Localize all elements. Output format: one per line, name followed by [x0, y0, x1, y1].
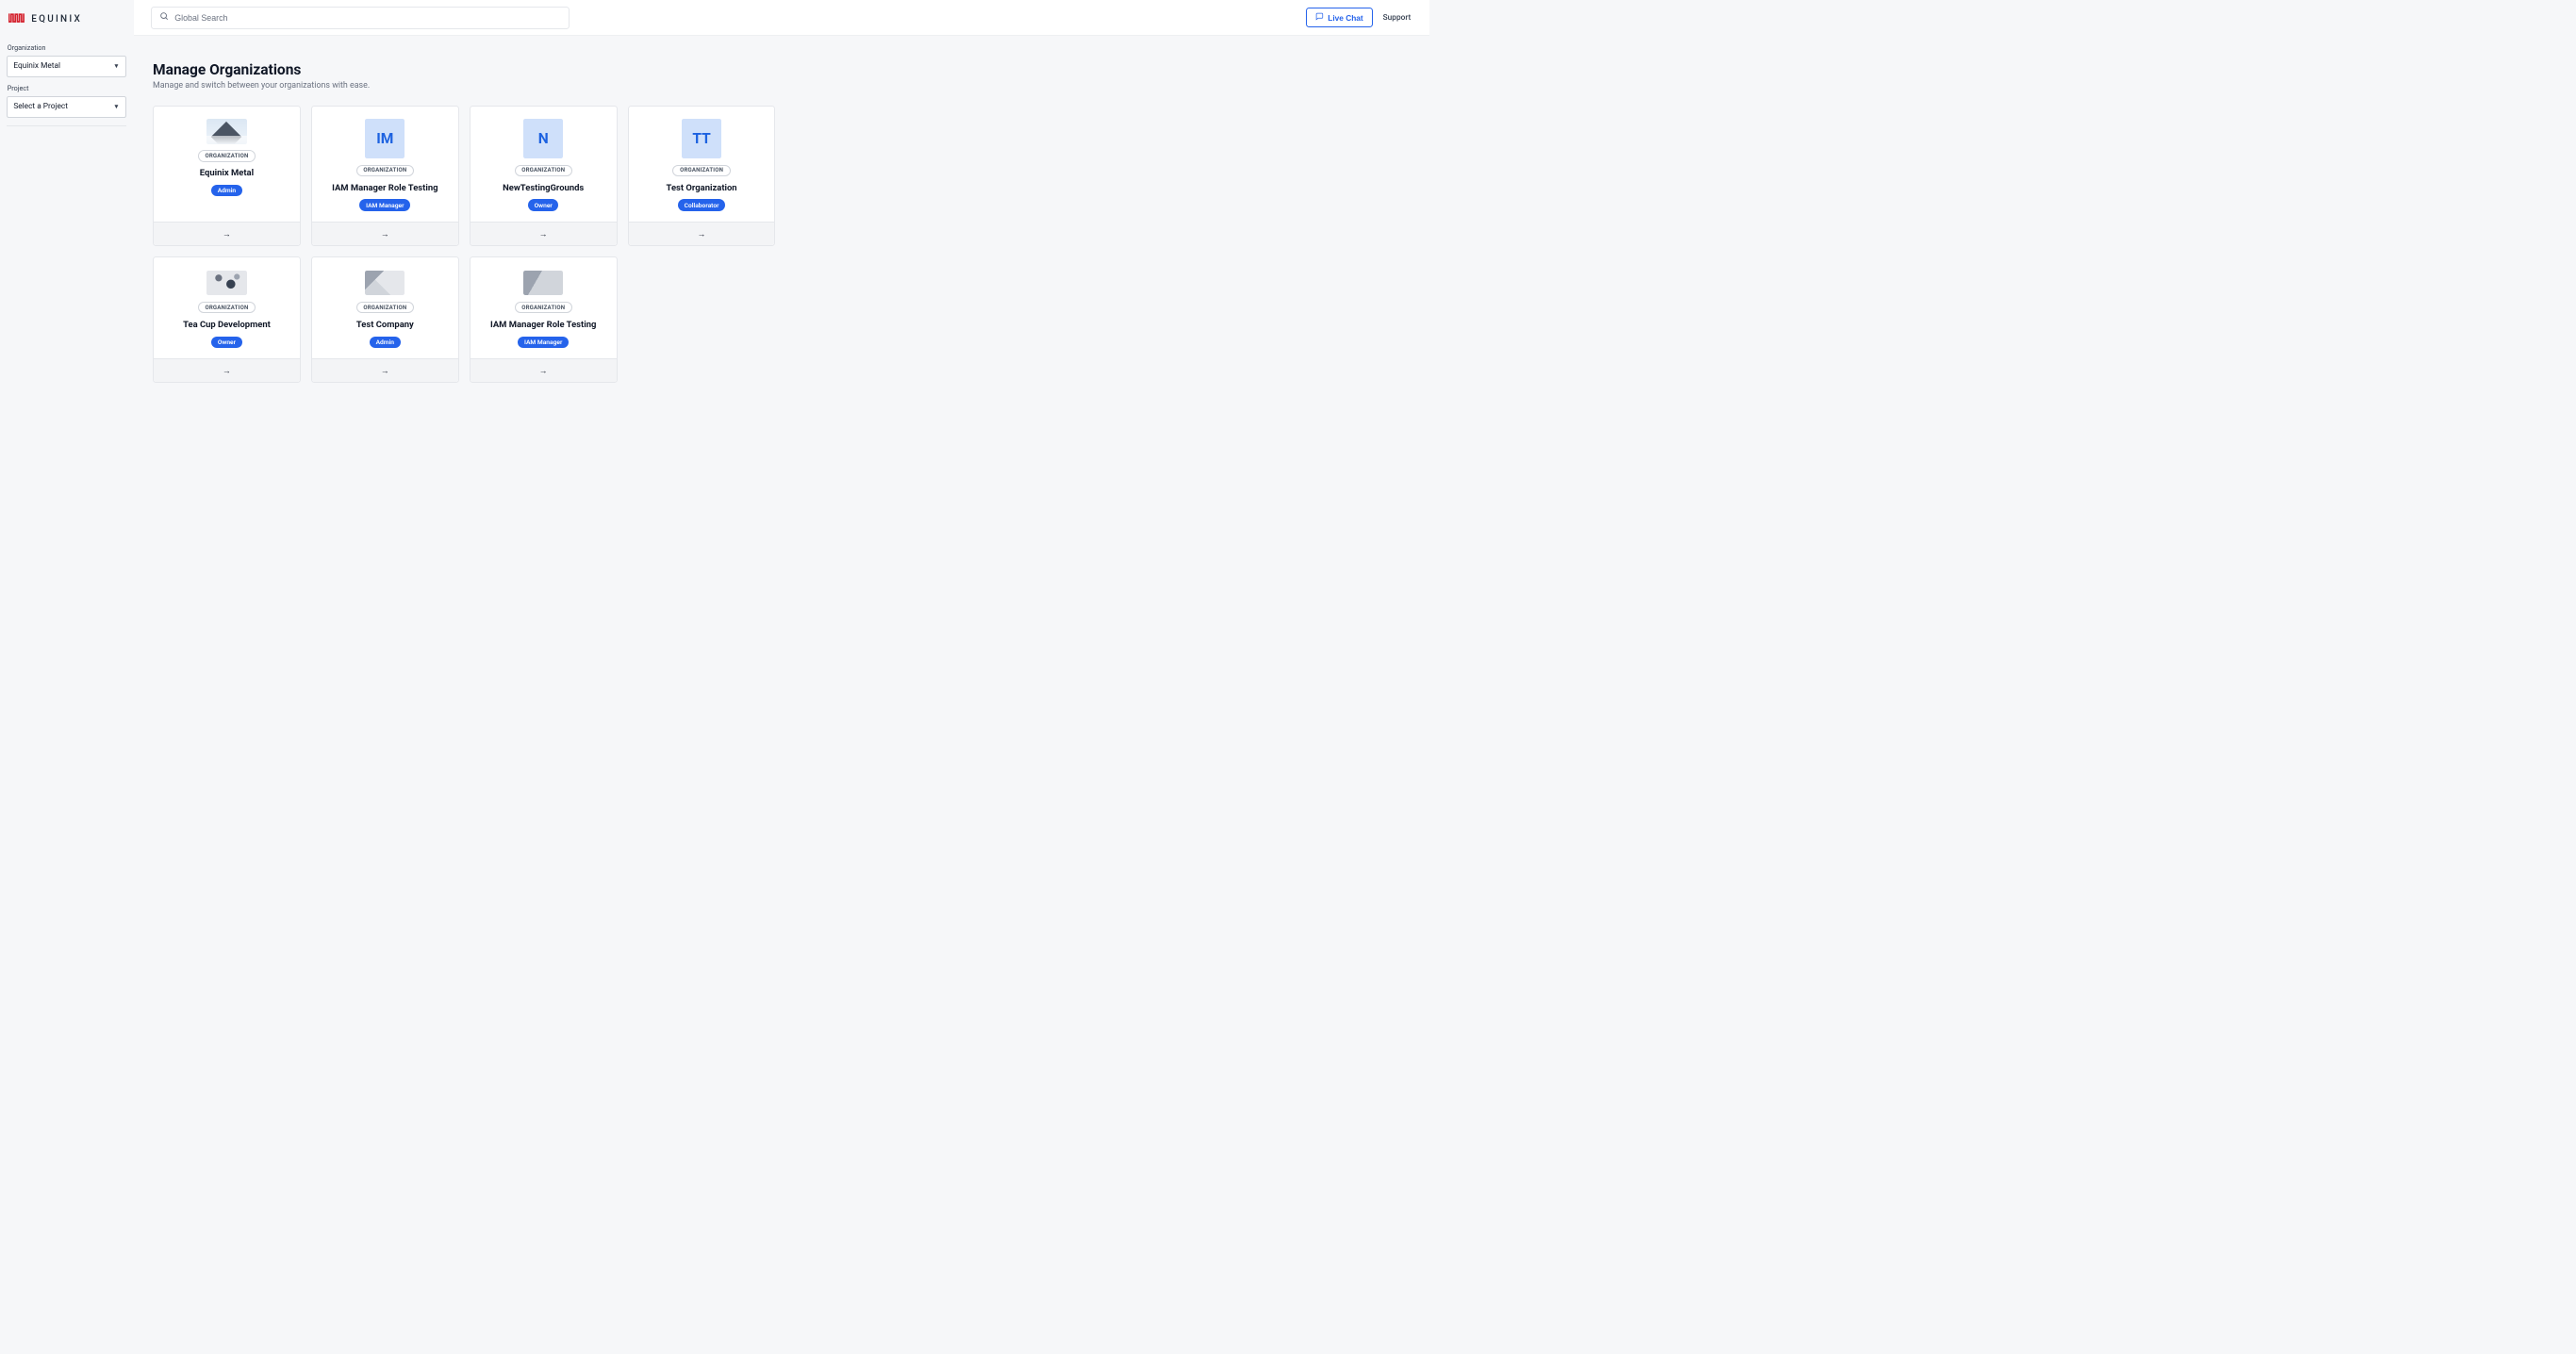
role-badge: Collaborator [678, 199, 725, 210]
organization-card-body: ORGANIZATION Test Company Admin [312, 257, 458, 358]
organization-thumbnail-image [206, 271, 246, 296]
organization-card[interactable]: ORGANIZATION Test Company Admin → [311, 256, 459, 383]
content: Manage Organizations Manage and switch b… [134, 36, 1429, 408]
role-badge: Admin [370, 337, 401, 348]
role-badge: IAM Manager [518, 337, 569, 348]
chat-icon [1315, 12, 1324, 23]
chevron-down-icon: ▼ [113, 62, 120, 70]
arrow-right-icon: → [223, 366, 231, 376]
organization-open-button[interactable]: → [471, 358, 617, 382]
organization-card-body: ORGANIZATION Equinix Metal Admin [154, 107, 300, 222]
type-badge: ORGANIZATION [356, 302, 414, 313]
organization-card-body: ORGANIZATION IAM Manager Role Testing IAM … [471, 257, 617, 358]
organization-name: Tea Cup Development [183, 320, 271, 330]
organization-thumbnail-image [206, 119, 246, 144]
organization-open-button[interactable]: → [312, 358, 458, 382]
organization-name: Equinix Metal [200, 168, 254, 178]
organization-card-body: N ORGANIZATION NewTestingGrounds Owner [471, 107, 617, 222]
topbar: Live Chat Support [134, 0, 1429, 36]
organization-thumbnail-image [523, 271, 563, 296]
organization-thumbnail-initials: TT [682, 119, 721, 158]
page-title: Manage Organizations [153, 61, 1411, 78]
project-label: Project [8, 84, 127, 92]
global-search[interactable] [151, 7, 570, 29]
organization-card[interactable]: ORGANIZATION Tea Cup Development Owner → [153, 256, 301, 383]
type-badge: ORGANIZATION [356, 165, 414, 176]
live-chat-label: Live Chat [1328, 13, 1362, 23]
brand-name: EQUINIX [31, 14, 82, 25]
organization-card[interactable]: TT ORGANIZATION Test Organization Collabora… [628, 106, 776, 247]
organization-card[interactable]: ORGANIZATION IAM Manager Role Testing IAM … [470, 256, 618, 383]
arrow-right-icon: → [223, 229, 231, 239]
organization-open-button[interactable]: → [154, 358, 300, 382]
organization-card[interactable]: IM ORGANIZATION IAM Manager Role Testing IA… [311, 106, 459, 247]
organization-card[interactable]: ORGANIZATION Equinix Metal Admin → [153, 106, 301, 247]
organization-thumbnail-image [365, 271, 405, 296]
organization-thumbnail-initials: N [523, 119, 563, 158]
project-select[interactable]: Select a Project ▼ [7, 96, 127, 118]
type-badge: ORGANIZATION [198, 302, 256, 313]
organization-label: Organization [8, 43, 127, 52]
type-badge: ORGANIZATION [515, 165, 572, 176]
search-icon [159, 11, 169, 24]
equinix-logo-icon [8, 12, 27, 26]
search-input[interactable] [174, 13, 561, 23]
role-badge: Admin [211, 185, 242, 196]
organization-name: IAM Manager Role Testing [332, 183, 438, 193]
main: Live Chat Support Manage Organizations M… [134, 0, 1429, 751]
organization-selected-value: Equinix Metal [13, 61, 60, 71]
organization-card-body: IM ORGANIZATION IAM Manager Role Testing IA… [312, 107, 458, 222]
organization-card[interactable]: N ORGANIZATION NewTestingGrounds Owner → [470, 106, 618, 247]
organization-select[interactable]: Equinix Metal ▼ [7, 56, 127, 77]
organization-open-button[interactable]: → [154, 222, 300, 245]
organization-thumbnail-initials: IM [365, 119, 405, 158]
organization-card-body: TT ORGANIZATION Test Organization Collabora… [629, 107, 775, 222]
organization-name: NewTestingGrounds [503, 183, 584, 193]
arrow-right-icon: → [698, 229, 706, 239]
arrow-right-icon: → [539, 229, 548, 239]
organization-open-button[interactable]: → [629, 222, 775, 245]
live-chat-button[interactable]: Live Chat [1306, 8, 1372, 28]
organization-open-button[interactable]: → [471, 222, 617, 245]
organization-open-button[interactable]: → [312, 222, 458, 245]
role-badge: Owner [211, 337, 242, 348]
arrow-right-icon: → [539, 366, 548, 376]
sidebar-divider [7, 125, 127, 126]
organization-name: Test Company [356, 320, 414, 330]
sidebar: EQUINIX Organization Equinix Metal ▼ Pro… [0, 0, 134, 751]
project-selected-value: Select a Project [13, 102, 68, 111]
role-badge: Owner [528, 199, 559, 210]
organization-name: Test Organization [667, 183, 737, 193]
arrow-right-icon: → [381, 229, 389, 239]
support-link[interactable]: Support [1380, 8, 1412, 26]
page-subtitle: Manage and switch between your organizat… [153, 81, 1411, 91]
arrow-right-icon: → [381, 366, 389, 376]
type-badge: ORGANIZATION [672, 165, 730, 176]
organization-name: IAM Manager Role Testing [490, 320, 596, 330]
organization-card-body: ORGANIZATION Tea Cup Development Owner [154, 257, 300, 358]
chevron-down-icon: ▼ [113, 103, 120, 110]
organization-cards-grid: ORGANIZATION Equinix Metal Admin → IM ORGANIZ… [153, 106, 775, 384]
type-badge: ORGANIZATION [198, 150, 256, 161]
brand-logo[interactable]: EQUINIX [7, 8, 127, 40]
role-badge: IAM Manager [359, 199, 410, 210]
type-badge: ORGANIZATION [515, 302, 572, 313]
